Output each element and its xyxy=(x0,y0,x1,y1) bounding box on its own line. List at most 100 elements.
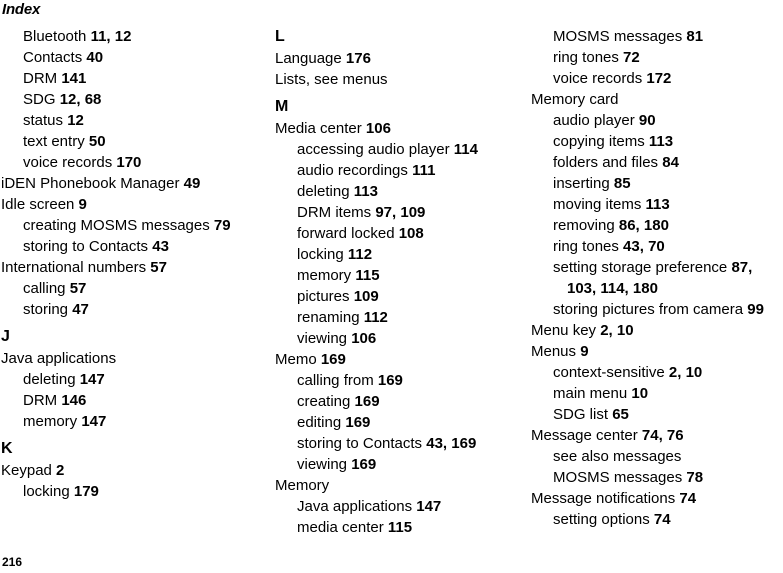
index-entry-pages: 99 xyxy=(747,301,764,318)
index-entry-label: Message notifications xyxy=(531,490,680,507)
index-entry-label: creating xyxy=(297,393,355,410)
index-entry-pages: 12, 68 xyxy=(59,91,102,108)
index-entry: inserting 85 xyxy=(553,173,783,194)
index-entry: Menus 9 xyxy=(531,341,783,362)
index-entry-label: pictures xyxy=(297,288,354,305)
index-entry: Bluetooth 11, 12 xyxy=(23,26,261,47)
index-entry-label: storing xyxy=(23,301,73,318)
index-entry-pages: 170 xyxy=(116,154,142,171)
index-entry: renaming 112 xyxy=(297,307,506,328)
index-entry-pages: 114 xyxy=(453,141,478,158)
index-entry-label: MOSMS messages xyxy=(553,469,687,486)
index-entry: MOSMS messages 78 xyxy=(553,467,783,488)
index-entry-label: Memory xyxy=(275,477,330,494)
index-entry: ring tones 72 xyxy=(553,47,783,68)
index-entry-pages: 47 xyxy=(72,301,89,318)
index-entry: deleting 113 xyxy=(297,181,506,202)
index-entry: copying items 113 xyxy=(553,131,783,152)
index-entry-pages: 109 xyxy=(353,288,379,305)
index-entry-label: storing pictures from camera xyxy=(553,301,748,318)
index-entry-label: locking xyxy=(297,246,348,263)
index-entry: DRM 146 xyxy=(23,390,261,411)
index-entry-pages: 112 xyxy=(363,309,388,326)
index-columns: Bluetooth 11, 12 Contacts 40 DRM 141 SDG 12… xyxy=(0,26,783,538)
index-entry-label: Message center xyxy=(531,427,642,444)
index-entry-label: memory xyxy=(297,267,356,284)
index-entry-pages: 43, 70 xyxy=(623,238,665,255)
index-entry: Java applications xyxy=(1,348,261,369)
index-column-1: Bluetooth 11, 12 Contacts 40 DRM 141 SDG 12… xyxy=(0,26,265,502)
index-entry: creating MOSMS messages 79 xyxy=(23,215,261,236)
index-entry-pages: 106 xyxy=(351,330,377,347)
index-entry: Keypad 2 xyxy=(1,460,261,481)
index-entry-label: MOSMS messages xyxy=(553,28,687,45)
page-title: Index xyxy=(2,1,41,18)
index-entry-label: voice records xyxy=(23,154,117,171)
index-entry: audio recordings 111 xyxy=(297,160,506,181)
index-entry-pages: 113 xyxy=(645,196,670,213)
index-entry-pages: 111 xyxy=(412,162,436,179)
index-entry: Menu key 2, 10 xyxy=(531,320,783,341)
index-entry-label: International numbers xyxy=(1,259,151,276)
page-number: 216 xyxy=(2,555,23,569)
index-entry-pages: 57 xyxy=(69,280,87,297)
index-entry: accessing audio player 114 xyxy=(297,139,506,160)
index-entry-pages: 50 xyxy=(88,133,106,150)
index-entry: setting options 74 xyxy=(553,509,783,530)
index-entry-label: locking xyxy=(23,483,74,500)
index-entry-label: media center xyxy=(297,519,388,536)
index-entry-pages: 65 xyxy=(612,406,629,423)
index-entry-pages: 2, 10 xyxy=(600,322,634,339)
index-entry-label: storing to Contacts xyxy=(23,238,153,255)
index-entry-label: Contacts xyxy=(23,49,87,66)
index-entry-pages: 43 xyxy=(152,238,169,255)
index-entry-label: removing xyxy=(553,217,619,234)
index-entry-label: DRM xyxy=(23,392,62,409)
index-entry-label: context-sensitive xyxy=(553,364,669,381)
index-entry-label: calling xyxy=(23,280,70,297)
index-entry-label: copying items xyxy=(553,133,649,150)
index-entry-pages: 72 xyxy=(623,49,640,66)
index-entry: media center 115 xyxy=(297,517,506,538)
index-entry-label: main menu xyxy=(553,385,632,402)
index-entry-pages: 74 xyxy=(653,511,671,528)
index-entry: main menu 10 xyxy=(553,383,783,404)
index-entry: Memory xyxy=(275,475,506,496)
index-entry: calling 57 xyxy=(23,278,261,299)
index-entry-label: creating MOSMS messages xyxy=(23,217,214,234)
index-entry: memory 147 xyxy=(23,411,261,432)
index-entry: moving items 113 xyxy=(553,194,783,215)
index-entry: storing 47 xyxy=(23,299,261,320)
index-entry: pictures 109 xyxy=(297,286,506,307)
index-entry: DRM items 97, 109 xyxy=(297,202,506,223)
index-section-letter: J xyxy=(1,328,10,345)
index-column-3: MOSMS messages 81 ring tones 72 voice reco… xyxy=(510,26,783,530)
index-entry-label: inserting xyxy=(553,175,614,192)
index-section-letter: L xyxy=(275,28,285,45)
index-entry-label: Java applications xyxy=(297,498,417,515)
index-section-letter: K xyxy=(1,440,13,457)
index-entry: see also messages xyxy=(553,446,783,467)
index-entry-label: DRM items xyxy=(297,204,376,221)
index-entry-label: Java applications xyxy=(1,350,117,367)
index-entry-label: Menus xyxy=(531,343,581,360)
index-entry-label: deleting xyxy=(23,371,80,388)
index-entry-label: moving items xyxy=(553,196,646,213)
index-entry: iDEN Phonebook Manager 49 xyxy=(1,173,261,194)
index-entry: deleting 147 xyxy=(23,369,261,390)
index-entry-label: memory xyxy=(23,413,82,430)
index-entry: forward locked 108 xyxy=(297,223,506,244)
index-entry: memory 115 xyxy=(297,265,506,286)
index-entry-label: audio recordings xyxy=(297,162,413,179)
index-entry: text entry 50 xyxy=(23,131,261,152)
index-entry-pages: 147 xyxy=(79,371,105,388)
index-section-letter: M xyxy=(275,98,289,115)
index-entry-pages: 179 xyxy=(73,483,99,500)
index-entry: SDG 12, 68 xyxy=(23,89,261,110)
index-entry-pages: 146 xyxy=(61,392,87,409)
index-entry: locking 179 xyxy=(23,481,261,502)
index-entry-pages: 147 xyxy=(81,413,107,430)
index-entry-pages: 112 xyxy=(347,246,373,263)
index-entry-label: ring tones xyxy=(553,238,624,255)
index-entry: folders and files 84 xyxy=(553,152,783,173)
